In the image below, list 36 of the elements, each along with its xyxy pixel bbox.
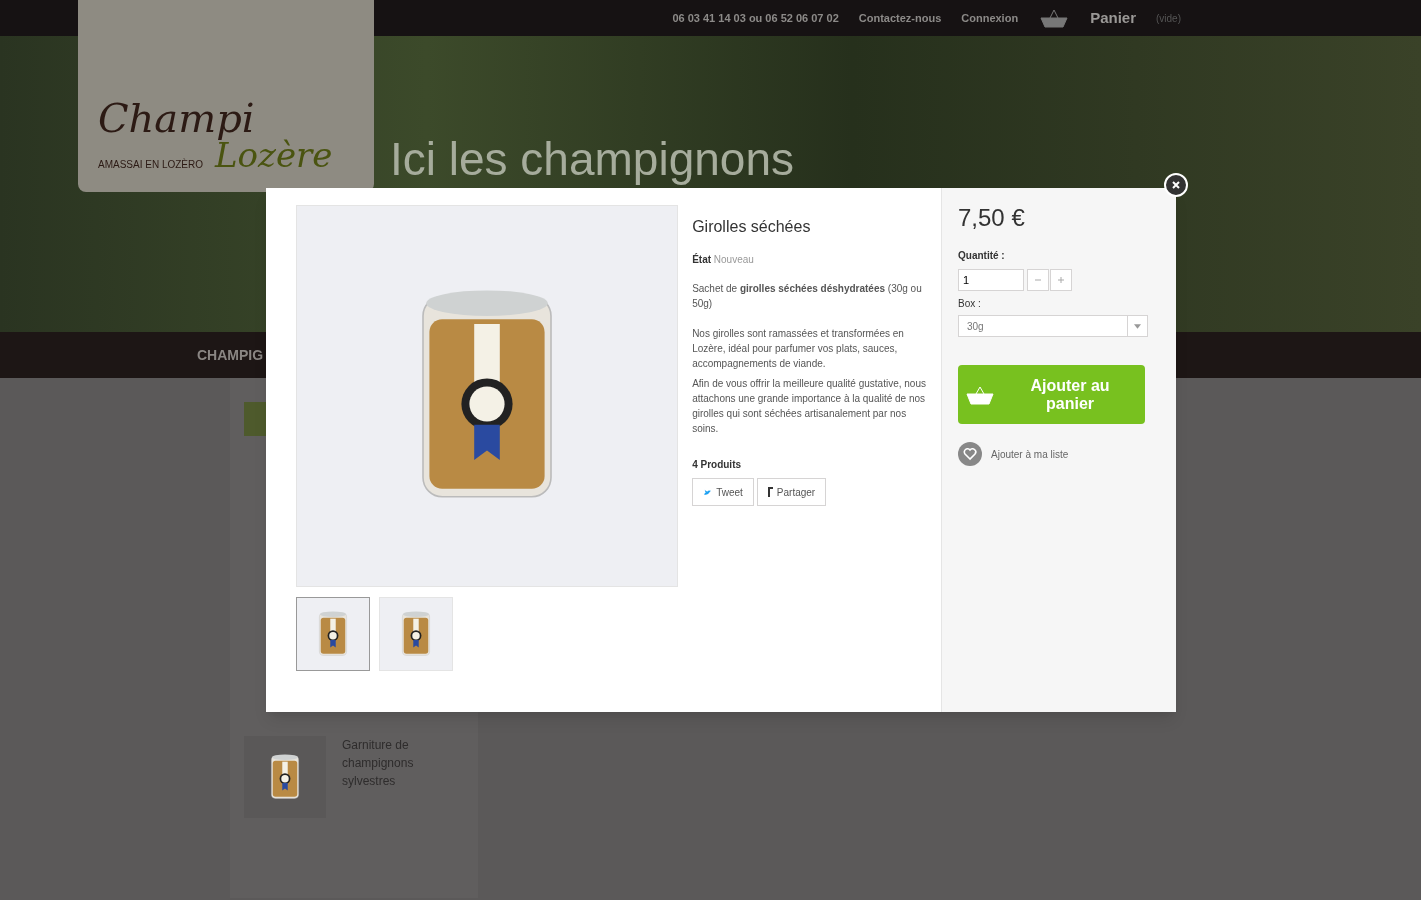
jar-photo-placeholder xyxy=(399,610,433,658)
wishlist-link[interactable]: Ajouter à ma liste xyxy=(958,442,1148,466)
logo-text: Lozère xyxy=(215,138,333,172)
product-description: Sachet de girolles séchées déshydratées (30g ou 50g) xyxy=(692,282,923,311)
product-description: Nos girolles sont ramassées et transformées en Lozère, idéal pour parfumer vos plats, sauces, accompagnements de viande. xyxy=(692,327,905,371)
product-description: Afin de vous offrir la meilleure qualité gustative, nous attachons une grande importance à la qualité de nos girolles qui sont séchées artisanalement par nos soins. xyxy=(692,377,927,436)
image-thumbnail[interactable] xyxy=(296,597,370,671)
plus-icon xyxy=(1057,276,1065,284)
cart-status: (vide) xyxy=(1156,11,1181,26)
phone-number: 06 03 41 14 03 ou 06 52 06 07 02 xyxy=(672,10,839,26)
basket-icon xyxy=(1038,8,1071,28)
product-title: Girolles séchées xyxy=(692,219,812,234)
box-select[interactable]: 30g xyxy=(958,315,1148,337)
jar-photo-placeholder xyxy=(316,610,350,658)
quantity-field[interactable]: 1 xyxy=(958,269,1024,291)
logo-text: Champi xyxy=(98,98,255,138)
cart-link[interactable]: Panier xyxy=(1090,6,1136,30)
box-label: Box : xyxy=(958,297,982,311)
minus-icon xyxy=(1034,276,1042,284)
bird-icon xyxy=(703,487,713,497)
basket-icon xyxy=(965,384,995,405)
top-link[interactable]: Contactez-nous xyxy=(858,9,942,27)
stock-count: 4 Produits xyxy=(692,458,743,472)
close-icon xyxy=(1171,180,1181,190)
price: 7,50 € xyxy=(958,203,1026,233)
decrease-button[interactable] xyxy=(1027,269,1049,291)
condition-label: État Nouveau xyxy=(692,252,755,267)
share-button[interactable]: Tweet xyxy=(692,478,754,506)
nav-item[interactable]: CHAMPIG xyxy=(197,344,264,366)
logo-tagline: AMASSAI EN LOZÈRO xyxy=(98,157,204,172)
dropdown-caret-icon xyxy=(1134,323,1141,329)
quantity-label: Quantité : xyxy=(958,249,1006,263)
top-link[interactable]: Connexion xyxy=(961,9,1019,27)
share-button[interactable]: Partager xyxy=(756,478,827,506)
jar-photo-placeholder xyxy=(268,753,302,801)
increase-button[interactable] xyxy=(1050,269,1072,291)
